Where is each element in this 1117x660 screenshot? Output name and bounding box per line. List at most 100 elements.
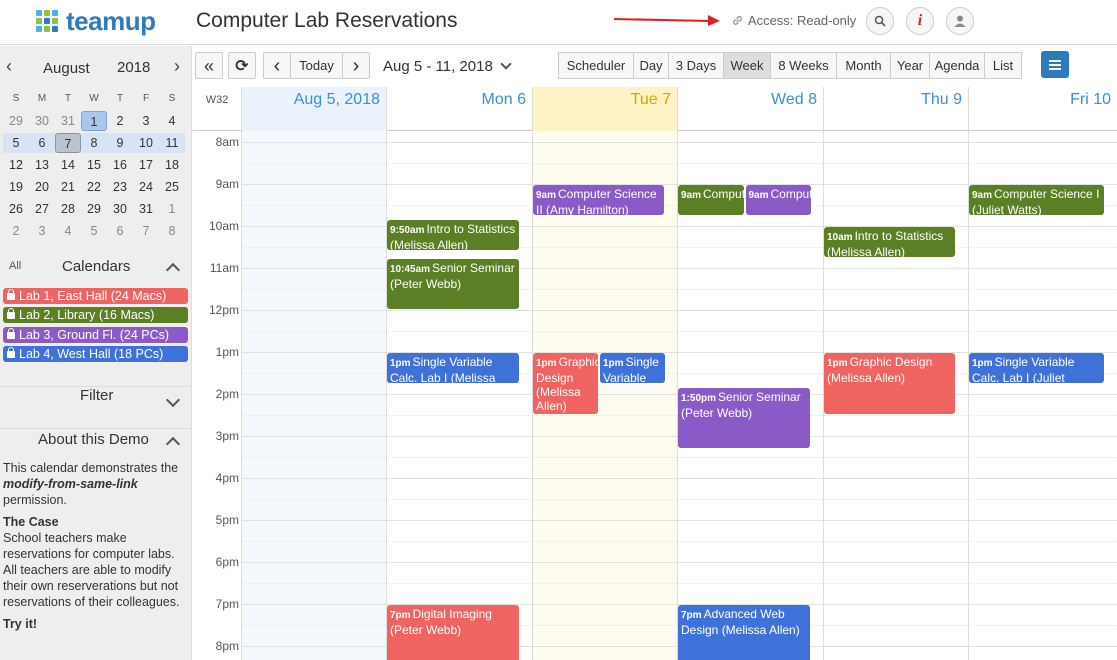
view-year-button[interactable]: Year (890, 52, 930, 79)
mini-day-cell[interactable]: 7 (55, 133, 81, 153)
mini-day-cell[interactable]: 8 (81, 133, 107, 153)
mini-day-cell[interactable]: 7 (133, 221, 159, 241)
mini-day-cell[interactable]: 9 (107, 133, 133, 153)
mini-day-cell[interactable]: 12 (3, 155, 29, 175)
day-header-4[interactable]: Thu 9 (823, 87, 968, 131)
calendar-item-2[interactable]: Lab 2, Library (16 Macs) (3, 307, 188, 324)
calendar-item-3[interactable]: Lab 3, Ground Fl. (24 PCs) (3, 326, 188, 343)
event-block[interactable]: 1pm Single Variable (600, 353, 665, 383)
main-menu-button[interactable] (1041, 51, 1069, 78)
collapse-about-chevron-up-icon[interactable] (165, 436, 181, 452)
event-block[interactable]: 1pm Single Variable Calc. Lab I (Juliet (969, 353, 1104, 383)
event-block[interactable]: 7pm Digital Imaging (Peter Webb) (387, 605, 519, 660)
event-block[interactable]: 9amComputer (745, 185, 811, 215)
mini-year-label[interactable]: 2018 (117, 59, 150, 76)
event-block[interactable]: 9:50am Intro to Statistics (Melissa Allen… (387, 219, 519, 251)
view-day-button[interactable]: Day (633, 52, 669, 79)
about-section-header[interactable]: About this Demo (0, 428, 191, 452)
mini-day-cell[interactable]: 2 (107, 111, 133, 131)
info-button[interactable]: i (906, 7, 934, 35)
collapse-sidebar-button[interactable]: « (195, 52, 223, 79)
view-month-button[interactable]: Month (836, 52, 891, 79)
mini-day-cell[interactable]: 31 (133, 199, 159, 219)
mini-day-cell[interactable]: 29 (81, 199, 107, 219)
view-agenda-button[interactable]: Agenda (929, 52, 985, 79)
previous-week-button[interactable]: ‹ (263, 52, 291, 79)
today-button[interactable]: Today (290, 52, 343, 79)
mini-day-cell[interactable]: 5 (81, 221, 107, 241)
event-block[interactable]: 9am Computer Science I (Juliet Watts) (969, 185, 1104, 215)
mini-day-cell[interactable]: 6 (107, 221, 133, 241)
mini-day-cell[interactable]: 10 (133, 133, 159, 153)
view-week-button[interactable]: Week (723, 52, 771, 79)
mini-day-cell[interactable]: 11 (159, 133, 185, 153)
mini-day-cell[interactable]: 8 (159, 221, 185, 241)
mini-day-cell[interactable]: 20 (29, 177, 55, 197)
mini-month-label[interactable]: August (43, 60, 90, 77)
mini-day-cell[interactable]: 24 (133, 177, 159, 197)
mini-day-cell[interactable]: 14 (55, 155, 81, 175)
filter-section-header[interactable]: Filter (0, 386, 191, 408)
event-block[interactable]: 9amComputer (678, 185, 744, 215)
mini-day-cell[interactable]: 26 (3, 199, 29, 219)
next-week-button[interactable]: › (342, 52, 370, 79)
event-block[interactable]: 10am Intro to Statistics (Melissa Allen) (824, 227, 955, 257)
mini-day-cell[interactable]: 5 (3, 133, 29, 153)
mini-day-cell[interactable]: 31 (55, 111, 81, 131)
event-block[interactable]: 1pm Graphic Design (Melissa Allen) (824, 353, 955, 414)
collapse-calendars-chevron-up-icon[interactable] (165, 262, 181, 278)
mini-day-cell[interactable]: 3 (29, 221, 55, 241)
teamup-logo[interactable]: teamup (36, 6, 196, 36)
search-button[interactable] (866, 7, 894, 35)
day-header-0[interactable]: Aug 5, 2018 (241, 87, 386, 131)
mini-day-cell[interactable]: 17 (133, 155, 159, 175)
view-3-days-button[interactable]: 3 Days (668, 52, 724, 79)
view-scheduler-button[interactable]: Scheduler (558, 52, 634, 79)
mini-day-cell[interactable]: 4 (55, 221, 81, 241)
mini-day-cell[interactable]: 28 (55, 199, 81, 219)
mini-day-cell[interactable]: 18 (159, 155, 185, 175)
calendar-item-1[interactable]: Lab 1, East Hall (24 Macs) (3, 288, 188, 304)
mini-day-cell[interactable]: 6 (29, 133, 55, 153)
mini-day-cell[interactable]: 19 (3, 177, 29, 197)
event-block[interactable]: 1pm Single Variable Calc. Lab I (Melissa (387, 353, 519, 383)
mini-day-cell[interactable]: 23 (107, 177, 133, 197)
calendars-all-toggle[interactable]: All (9, 260, 21, 272)
mini-day-cell[interactable]: 25 (159, 177, 185, 197)
event-time: 1pm (390, 358, 411, 369)
refresh-button[interactable]: ⟳ (228, 52, 256, 79)
calendar-item-4[interactable]: Lab 4, West Hall (18 PCs) (3, 345, 188, 362)
user-button[interactable] (946, 7, 974, 35)
event-block[interactable]: 1pm Graphic Design (Melissa Allen) (533, 353, 598, 414)
expand-filter-chevron-down-icon[interactable] (165, 392, 181, 408)
day-header-2[interactable]: Tue 7 (532, 87, 677, 131)
view-list-button[interactable]: List (984, 52, 1022, 79)
mini-day-cell[interactable]: 27 (29, 199, 55, 219)
mini-prev-month-button[interactable]: ‹ (6, 56, 12, 77)
day-header-1[interactable]: Mon 6 (386, 87, 532, 131)
event-block[interactable]: 7pm Advanced Web Design (Melissa Allen) (678, 605, 810, 660)
mini-day-cell[interactable]: 30 (29, 111, 55, 131)
date-range-picker[interactable]: Aug 5 - 11, 2018 (383, 58, 512, 75)
mini-day-cell[interactable]: 2 (3, 221, 29, 241)
mini-day-cell[interactable]: 4 (159, 111, 185, 131)
view-8-weeks-button[interactable]: 8 Weeks (770, 52, 837, 79)
event-block[interactable]: 10:45am Senior Seminar (Peter Webb) (387, 258, 519, 309)
mini-week-row: 5 6 7 8 9 10 11 (3, 132, 187, 154)
mini-next-month-button[interactable]: › (174, 56, 180, 77)
mini-day-cell[interactable]: 16 (107, 155, 133, 175)
mini-day-cell[interactable]: 29 (3, 111, 29, 131)
mini-day-cell[interactable]: 21 (55, 177, 81, 197)
mini-day-cell[interactable]: 22 (81, 177, 107, 197)
mini-day-cell[interactable]: 30 (107, 199, 133, 219)
mini-day-cell[interactable]: 15 (81, 155, 107, 175)
mini-day-cell[interactable]: 1 (81, 111, 107, 131)
access-level[interactable]: Access: Read-only (732, 13, 856, 28)
day-header-3[interactable]: Wed 8 (677, 87, 823, 131)
event-block[interactable]: 1:50pm Senior Seminar (Peter Webb) (678, 387, 810, 448)
event-block[interactable]: 9am Computer Science II (Amy Hamilton) (533, 185, 664, 215)
day-header-5[interactable]: Fri 10 (968, 87, 1117, 131)
mini-day-cell[interactable]: 1 (159, 199, 185, 219)
mini-day-cell[interactable]: 13 (29, 155, 55, 175)
mini-day-cell[interactable]: 3 (133, 111, 159, 131)
